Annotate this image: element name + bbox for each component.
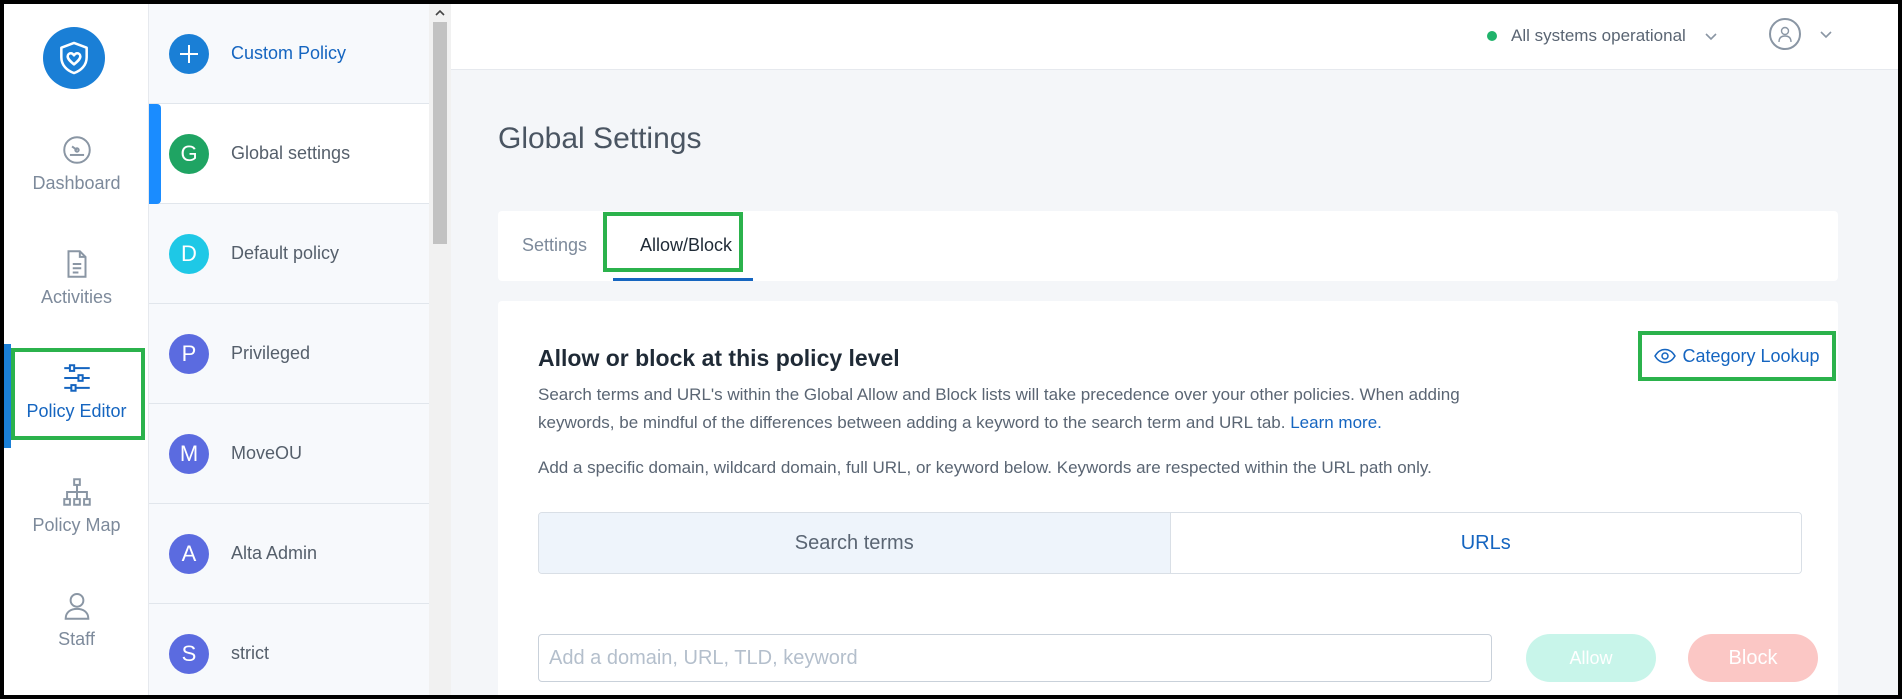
learn-more-link[interactable]: Learn more.: [1290, 413, 1382, 432]
nav-item-dashboard[interactable]: Dashboard: [4, 133, 149, 194]
person-icon: [64, 592, 89, 620]
policy-avatar: G: [169, 133, 209, 174]
allow-button[interactable]: Allow: [1526, 634, 1656, 682]
active-indicator: [149, 104, 161, 204]
policy-name: Alta Admin: [231, 543, 318, 563]
sitemap-icon: [62, 478, 91, 506]
scrollbar-thumb[interactable]: [433, 22, 447, 244]
input-instructions: Add a specific domain, wildcard domain, …: [538, 458, 1432, 477]
nav-label-activities: Activities: [40, 287, 112, 307]
allow-block-card: Allow or block at this policy level Sear…: [498, 301, 1838, 695]
active-tab-underline: [613, 278, 753, 281]
policy-avatar: D: [169, 233, 209, 274]
policy-name: Custom Policy: [231, 43, 347, 63]
system-status[interactable]: All systems operational: [1487, 26, 1718, 46]
scroll-up-arrow-icon[interactable]: [434, 8, 446, 18]
user-avatar-icon: [1769, 18, 1801, 50]
page-title: Global Settings: [498, 122, 702, 155]
status-text: All systems operational: [1511, 26, 1686, 45]
category-lookup-button[interactable]: Category Lookup: [1638, 331, 1836, 381]
policy-item-privileged[interactable]: P Privileged: [149, 304, 429, 404]
policy-avatar: P: [169, 333, 209, 374]
app-window: Dashboard Activities Policy Editor Polic…: [4, 4, 1898, 695]
dashboard-icon: [62, 136, 91, 164]
policy-avatar: A: [169, 533, 209, 574]
add-entry-input[interactable]: [538, 634, 1492, 682]
policy-avatar: S: [169, 633, 209, 674]
policy-item-strict[interactable]: S strict: [149, 604, 429, 695]
card-title: Allow or block at this policy level: [538, 345, 900, 371]
policy-item-custom-policy[interactable]: Custom Policy: [149, 4, 429, 104]
nav-label-policy-map: Policy Map: [32, 515, 121, 535]
policy-name: strict: [231, 643, 269, 663]
chevron-down-icon: [1820, 31, 1832, 39]
highlight-box-policy-editor: [11, 348, 145, 440]
list-type-toggle: Search terms URLs: [538, 512, 1802, 574]
policy-item-default-policy[interactable]: D Default policy: [149, 204, 429, 304]
tab-settings[interactable]: Settings: [522, 235, 587, 256]
nav-item-policy-map[interactable]: Policy Map: [4, 475, 149, 536]
policy-name: MoveOU: [231, 443, 303, 463]
plus-icon: [169, 33, 209, 74]
nav-label-dashboard: Dashboard: [32, 173, 121, 193]
tab-bar: Settings Allow/Block: [498, 211, 1838, 281]
eye-icon: [1654, 348, 1677, 364]
card-description: Search terms and URL's within the Global…: [538, 381, 1478, 437]
chevron-down-icon: [1705, 33, 1717, 41]
nav-item-staff[interactable]: Staff: [4, 589, 149, 650]
top-bar: All systems operational: [451, 4, 1898, 70]
shield-heart-icon: [60, 41, 88, 75]
policy-item-alta-admin[interactable]: A Alta Admin: [149, 504, 429, 604]
nav-item-activities[interactable]: Activities: [4, 247, 149, 308]
user-menu[interactable]: [1769, 18, 1833, 50]
category-lookup-label: Category Lookup: [1682, 345, 1820, 366]
nav-label-staff: Staff: [58, 629, 95, 649]
policy-name: Privileged: [231, 343, 311, 363]
app-logo[interactable]: [43, 27, 105, 89]
nav-rail: Dashboard Activities Policy Editor Polic…: [4, 4, 149, 695]
policy-avatar: M: [169, 433, 209, 474]
segment-urls[interactable]: URLs: [1170, 513, 1801, 573]
policy-item-global-settings[interactable]: G Global settings: [149, 104, 429, 204]
policy-name: Global settings: [231, 143, 351, 163]
status-dot: [1487, 31, 1497, 41]
document-icon: [67, 250, 86, 278]
policy-name: Default policy: [231, 243, 340, 263]
highlight-box-allow-block: [603, 212, 743, 272]
policy-list: Custom Policy G Global settings D Defaul…: [149, 4, 451, 695]
segment-search-terms[interactable]: Search terms: [539, 513, 1171, 573]
policy-item-moveou[interactable]: M MoveOU: [149, 404, 429, 504]
block-button[interactable]: Block: [1688, 634, 1818, 682]
